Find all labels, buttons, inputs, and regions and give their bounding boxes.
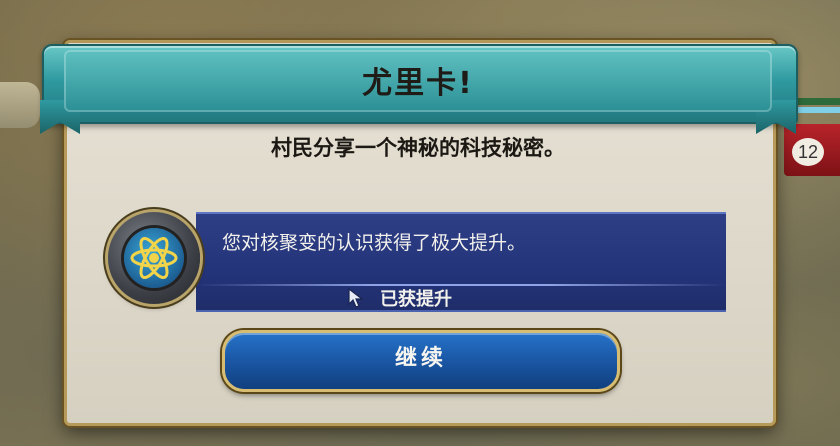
cursor-icon	[348, 287, 364, 308]
boost-description: 您对核聚变的认识获得了极大提升。	[222, 232, 527, 254]
dialog-message: 村民分享一个神秘的科技秘密。	[271, 136, 565, 160]
boost-info-panel	[196, 212, 726, 312]
atom-icon	[130, 237, 178, 279]
panel-divider	[196, 284, 726, 286]
boost-status: 已获提升	[346, 286, 452, 310]
continue-button[interactable]: 继续	[222, 330, 620, 392]
city-population: 12	[792, 138, 824, 166]
boost-label: 已获提升	[380, 289, 452, 310]
dialog-title: 尤里卡!	[362, 66, 474, 101]
left-map-marker	[0, 82, 40, 128]
